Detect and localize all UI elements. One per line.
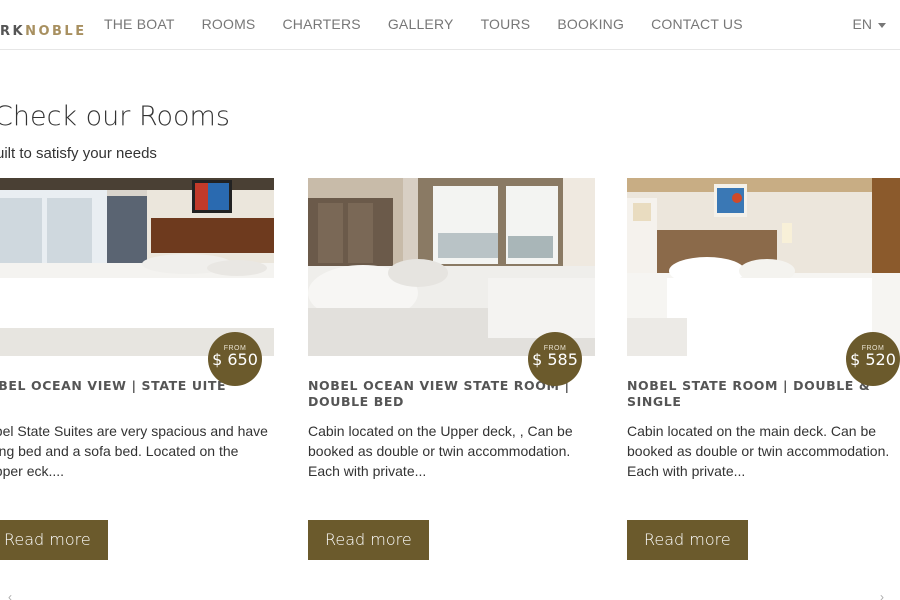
room-card: NOBEL STATE ROOM | DOUBLE & SINGLE Cabin… (627, 178, 900, 560)
read-more-button[interactable]: Read more (0, 520, 108, 560)
top-navbar: RKNOBLE THE BOAT ROOMS CHARTERS GALLERY … (0, 0, 900, 50)
chevron-right-icon[interactable]: › (880, 590, 890, 600)
room-description: Cabin located on the main deck. Can be b… (627, 423, 890, 479)
nav-item-contact-us[interactable]: CONTACT US (651, 16, 743, 32)
section-title: Check our Rooms (0, 101, 230, 132)
main-menu: THE BOAT ROOMS CHARTERS GALLERY TOURS BO… (104, 16, 770, 32)
price-badge: FROM $ 650 (208, 332, 262, 386)
carousel-dots (436, 596, 460, 600)
price-badge: FROM $ 585 (528, 332, 582, 386)
price-value: $ 585 (532, 350, 578, 369)
room-photo[interactable] (308, 178, 595, 356)
site-logo[interactable]: RKNOBLE (0, 24, 87, 39)
room-title[interactable]: NOBEL OCEAN VIEW STATE ROOM | DOUBLE BED (308, 378, 578, 410)
price-value: $ 520 (850, 350, 896, 369)
language-selector[interactable]: EN (853, 16, 886, 32)
read-more-button[interactable]: Read more (308, 520, 429, 560)
nav-item-charters[interactable]: CHARTERS (282, 16, 360, 32)
read-more-button[interactable]: Read more (627, 520, 748, 560)
chevron-left-icon[interactable]: ‹ (8, 590, 18, 600)
nav-item-the-boat[interactable]: THE BOAT (104, 16, 175, 32)
room-title[interactable]: NOBEL STATE ROOM | DOUBLE & SINGLE (627, 378, 897, 410)
language-label: EN (852, 16, 872, 32)
room-description: obel State Suites are very spacious and … (0, 423, 268, 479)
nav-item-tours[interactable]: TOURS (481, 16, 531, 32)
nav-item-rooms[interactable]: ROOMS (202, 16, 256, 32)
price-value: $ 650 (212, 350, 258, 369)
caret-down-icon (878, 22, 886, 28)
room-card: OBEL OCEAN VIEW | STATE UITE obel State … (0, 178, 274, 560)
room-description: Cabin located on the Upper deck, , Can b… (308, 423, 573, 479)
room-card: NOBEL OCEAN VIEW STATE ROOM | DOUBLE BED… (308, 178, 595, 560)
room-photo[interactable] (627, 178, 900, 356)
room-photo[interactable] (0, 178, 274, 356)
nav-item-gallery[interactable]: GALLERY (388, 16, 454, 32)
nav-item-booking[interactable]: BOOKING (557, 16, 624, 32)
section-subtitle: uilt to satisfy your needs (0, 145, 157, 162)
price-badge: FROM $ 520 (846, 332, 900, 386)
